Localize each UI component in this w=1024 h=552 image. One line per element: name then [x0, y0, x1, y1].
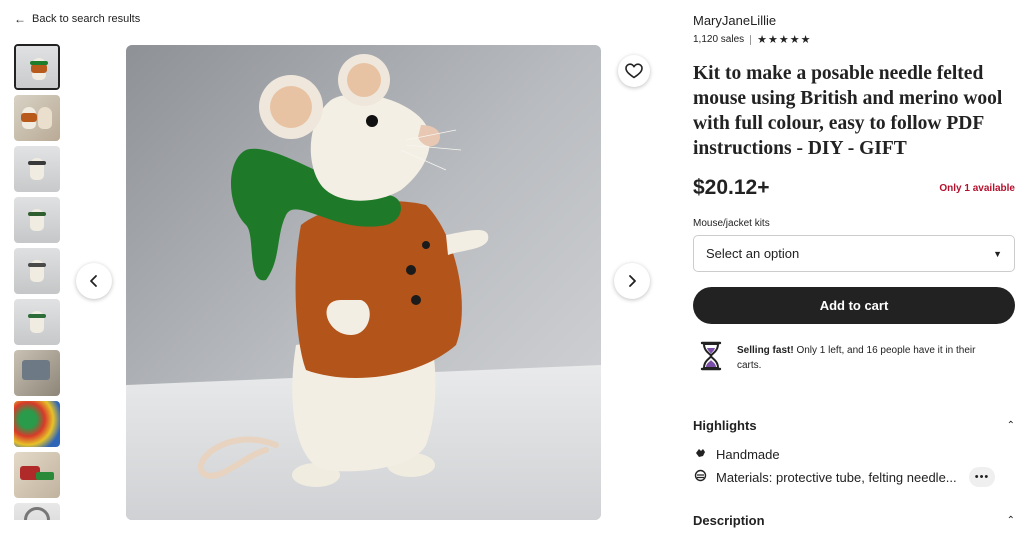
felted-mouse-illustration	[126, 45, 601, 520]
next-image-button[interactable]	[614, 263, 650, 299]
variation-label: Mouse/jacket kits	[693, 218, 770, 229]
thumbnail-3[interactable]	[14, 146, 60, 192]
back-link-label: Back to search results	[32, 13, 141, 25]
shop-name-link[interactable]: MaryJaneLillie	[693, 13, 776, 28]
arrow-left-icon: ←	[14, 12, 26, 26]
chevron-left-icon	[90, 275, 97, 287]
selling-fast-text: Selling fast! Only 1 left, and 16 people…	[737, 343, 997, 373]
chevron-right-icon	[629, 275, 636, 287]
thumbnail-6[interactable]	[14, 299, 60, 345]
hand-icon	[693, 446, 707, 462]
more-materials-button[interactable]: •••	[969, 467, 995, 487]
highlights-toggle[interactable]: Highlights ⌃	[693, 418, 1015, 433]
back-to-search-link[interactable]: ← Back to search results	[14, 12, 140, 26]
price: $20.12+	[693, 176, 770, 199]
thumbnail-7[interactable]	[14, 350, 60, 396]
thumbnail-strip	[14, 44, 62, 520]
materials-icon	[693, 469, 707, 485]
variation-select-value: Select an option	[706, 246, 800, 261]
divider	[750, 34, 752, 45]
sales-count: 1,120 sales	[693, 34, 745, 45]
highlight-item-materials: Materials: protective tube, felting need…	[693, 469, 957, 485]
selling-fast-bold: Selling fast!	[737, 345, 794, 356]
hourglass-icon	[700, 341, 722, 371]
highlight-label: Handmade	[716, 446, 780, 462]
availability-badge: Only 1 available	[939, 183, 1015, 194]
main-product-image	[126, 45, 601, 520]
thumbnail-4[interactable]	[14, 197, 60, 243]
description-heading: Description	[693, 513, 765, 528]
thumbnail-8[interactable]	[14, 401, 60, 447]
thumbnail-1[interactable]	[14, 44, 60, 90]
thumbnail-5[interactable]	[14, 248, 60, 294]
thumbnail-9[interactable]	[14, 452, 60, 498]
selling-fast-notice: Selling fast! Only 1 left, and 16 people…	[699, 340, 1015, 373]
chevron-up-icon: ⌃	[1006, 515, 1015, 526]
variation-select[interactable]: Select an option ▼	[693, 235, 1015, 272]
add-to-cart-button[interactable]: Add to cart	[693, 287, 1015, 324]
heart-icon	[625, 63, 643, 79]
highlight-item-handmade: Handmade	[693, 446, 780, 462]
highlights-heading: Highlights	[693, 418, 757, 433]
listing-title: Kit to make a posable needle felted mous…	[693, 63, 1003, 159]
description-toggle[interactable]: Description ⌃	[693, 513, 1015, 528]
thumbnail-2[interactable]	[14, 95, 60, 141]
highlight-label: Materials: protective tube, felting need…	[716, 469, 957, 485]
thumbnail-10[interactable]	[14, 503, 60, 520]
caret-down-icon: ▼	[993, 248, 1002, 259]
star-rating[interactable]: ★★★★★	[757, 33, 811, 46]
previous-image-button[interactable]	[76, 263, 112, 299]
shop-sales-rating: 1,120 sales ★★★★★	[693, 33, 811, 46]
chevron-up-icon: ⌃	[1006, 420, 1015, 431]
favorite-button[interactable]	[618, 55, 650, 87]
